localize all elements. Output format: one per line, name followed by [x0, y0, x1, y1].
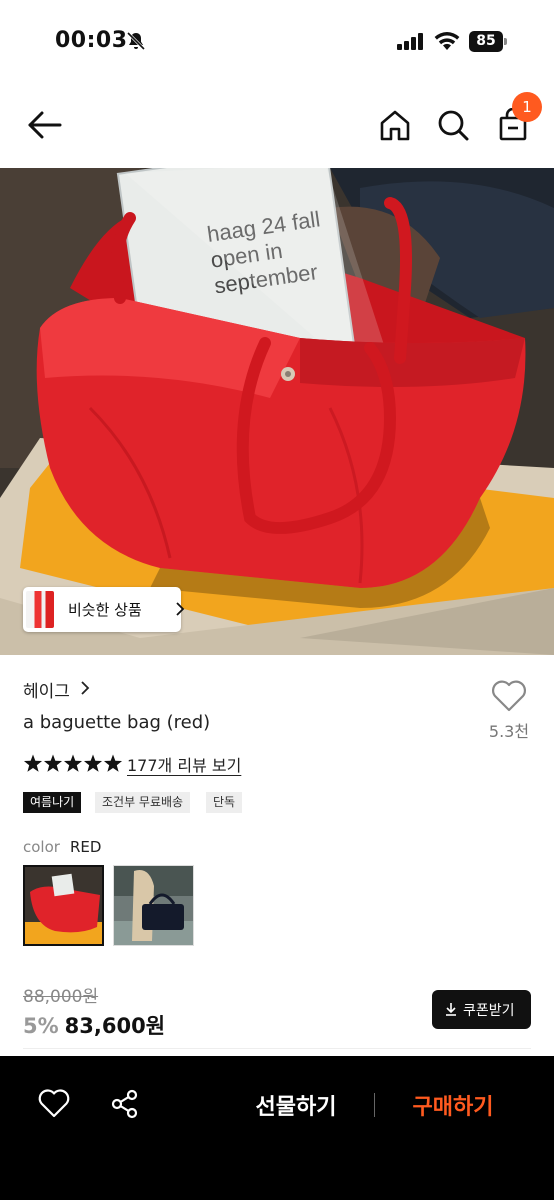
share-icon[interactable]	[110, 1089, 140, 1119]
status-time: 00:03	[55, 28, 128, 53]
star-icon	[43, 754, 63, 772]
discount-rate: 5%	[23, 1014, 59, 1038]
coupon-button[interactable]: 쿠폰받기	[432, 990, 531, 1029]
tag-badge: 단독	[206, 792, 243, 813]
color-option-row: color RED	[23, 838, 101, 856]
star-icon	[83, 754, 103, 772]
coupon-label: 쿠폰받기	[463, 1003, 515, 1019]
bell-slash-icon	[126, 31, 146, 51]
swatch-image	[114, 866, 193, 945]
search-icon[interactable]	[436, 108, 470, 142]
divider	[23, 1048, 531, 1049]
brand-link[interactable]: 헤이그	[23, 677, 70, 702]
buy-button[interactable]: 구매하기	[397, 1089, 509, 1121]
battery-level: 85	[469, 31, 503, 52]
top-nav-bar	[0, 84, 554, 168]
similar-thumbnail	[26, 591, 54, 628]
cellular-signal-icon	[397, 33, 423, 50]
wifi-icon	[434, 32, 460, 50]
product-title: a baguette bag (red)	[23, 712, 211, 733]
home-icon[interactable]	[378, 108, 412, 142]
color-label: color	[23, 838, 60, 856]
cart-count-badge: 1	[512, 92, 542, 122]
star-icon	[103, 754, 123, 772]
star-icon	[23, 754, 43, 772]
similar-products-label: 비슷한 상품	[68, 601, 142, 619]
sale-price: 83,600원	[64, 1014, 166, 1038]
bottom-action-bar: 선물하기 구매하기	[0, 1056, 554, 1200]
original-price: 88,000원	[23, 987, 99, 1007]
tag-badge: 여름나기	[23, 792, 82, 813]
bag-photo: haag 24 fall open in september	[0, 168, 554, 655]
chevron-right-icon	[176, 602, 185, 616]
download-icon	[446, 1003, 456, 1016]
divider	[374, 1093, 375, 1117]
similar-products-button[interactable]: 비슷한 상품	[23, 587, 185, 632]
chevron-right-icon	[81, 681, 90, 695]
product-main-image[interactable]: haag 24 fall open in september	[0, 168, 554, 655]
color-swatch-red[interactable]	[23, 865, 104, 946]
wishlist-area: 5.3천	[485, 680, 533, 742]
color-value: RED	[69, 838, 102, 856]
sale-price-row: 5% 83,600원	[23, 1010, 165, 1040]
star-rating	[23, 754, 123, 772]
status-bar: 00:03 85	[0, 0, 554, 84]
heart-outline-icon[interactable]	[491, 680, 527, 712]
star-icon	[63, 754, 83, 772]
battery-indicator: 85	[469, 31, 507, 52]
color-swatch-black[interactable]	[113, 865, 194, 946]
review-link[interactable]: 177개 리뷰 보기	[127, 752, 241, 776]
heart-outline-icon[interactable]	[38, 1089, 70, 1119]
tag-badge: 조건부 무료배송	[95, 792, 191, 813]
wishlist-count: 5.3천	[488, 722, 530, 741]
gift-button[interactable]: 선물하기	[240, 1089, 352, 1121]
back-arrow-icon[interactable]	[26, 108, 64, 142]
swatch-image	[25, 867, 102, 944]
